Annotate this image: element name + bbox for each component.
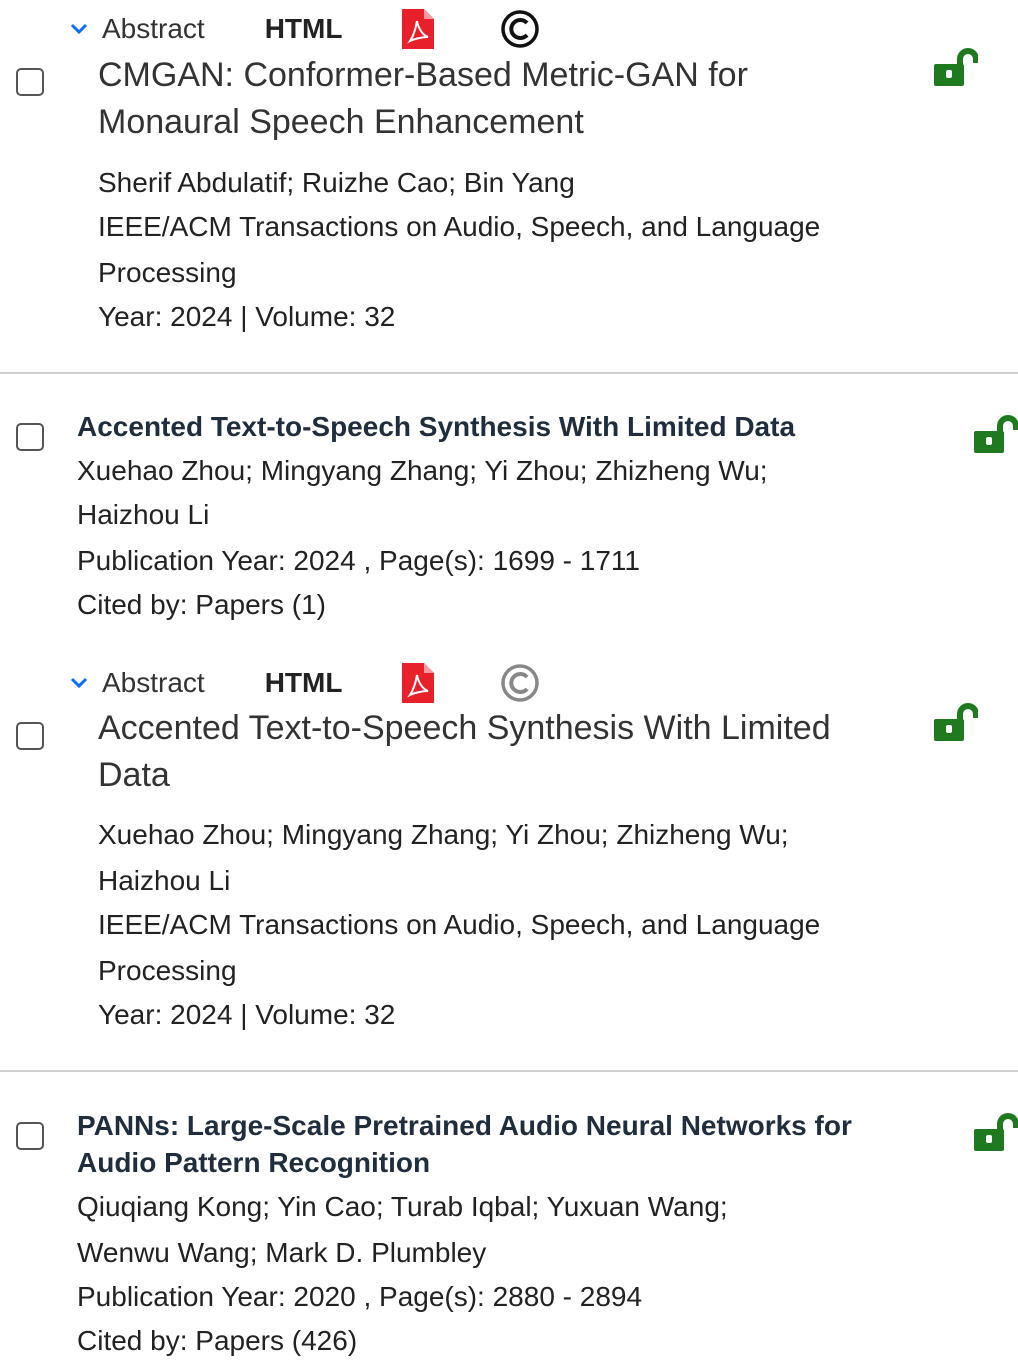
result-actions-2: Abstract HTML	[70, 663, 540, 703]
copyright-icon[interactable]	[500, 663, 540, 703]
unlocked-icon	[974, 1113, 1018, 1151]
chevron-down-icon	[70, 677, 88, 689]
title-line: Data	[98, 756, 170, 794]
title-line: Audio Pattern Recognition	[77, 1147, 431, 1178]
title-line: Monaural Speech Enhancement	[98, 103, 584, 141]
authors[interactable]: Qiuqiang Kong; Yin Cao; Turab Iqbal; Yux…	[77, 1185, 728, 1229]
publication-info: Publication Year: 2024 , Page(s): 1699 -…	[77, 545, 640, 576]
publication-info: Publication Year: 2020 , Page(s): 2880 -…	[77, 1281, 643, 1312]
select-checkbox[interactable]	[16, 68, 44, 96]
result-title[interactable]: Accented Text-to-Speech Synthesis With L…	[98, 705, 898, 799]
select-checkbox[interactable]	[16, 1122, 44, 1150]
html-link[interactable]: HTML	[265, 13, 343, 45]
cited-by-link[interactable]: Cited by: Papers (426)	[77, 1319, 357, 1363]
select-checkbox[interactable]	[16, 722, 44, 750]
authors[interactable]: Xuehao Zhou; Mingyang Zhang; Yi Zhou; Zh…	[77, 449, 768, 493]
journal-name[interactable]: IEEE/ACM Transactions on Audio, Speech, …	[98, 903, 820, 947]
authors-cont[interactable]: Haizhou Li	[98, 859, 230, 903]
abstract-toggle[interactable]: Abstract	[70, 667, 205, 699]
result-title[interactable]: CMGAN: Conformer-Based Metric-GAN for Mo…	[98, 52, 898, 146]
authors[interactable]: Sherif Abdulatif; Ruizhe Cao; Bin Yang	[98, 161, 575, 205]
unlocked-icon	[974, 415, 1018, 453]
abstract-toggle[interactable]: Abstract	[70, 13, 205, 45]
result-divider	[0, 1070, 1018, 1072]
result-title[interactable]: PANNs: Large-Scale Pretrained Audio Neur…	[77, 1107, 937, 1181]
unlocked-icon	[934, 48, 978, 86]
journal-name[interactable]: IEEE/ACM Transactions on Audio, Speech, …	[98, 205, 820, 249]
authors-cont[interactable]: Haizhou Li	[77, 493, 209, 537]
title-line: Accented Text-to-Speech Synthesis With L…	[98, 709, 831, 747]
abstract-label: Abstract	[102, 13, 205, 44]
journal-name-cont[interactable]: Processing	[98, 251, 237, 295]
pdf-icon[interactable]	[402, 9, 435, 49]
pdf-icon[interactable]	[402, 663, 435, 703]
authors[interactable]: Xuehao Zhou; Mingyang Zhang; Yi Zhou; Zh…	[98, 813, 789, 857]
journal-name-cont[interactable]: Processing	[98, 949, 237, 993]
html-link[interactable]: HTML	[265, 667, 343, 699]
title-line: CMGAN: Conformer-Based Metric-GAN for	[98, 56, 748, 94]
year-volume: Year: 2024 | Volume: 32	[98, 999, 396, 1030]
chevron-down-icon	[70, 23, 88, 35]
unlocked-icon	[934, 703, 978, 741]
authors-cont[interactable]: Wenwu Wang; Mark D. Plumbley	[77, 1231, 486, 1275]
cited-by-link[interactable]: Cited by: Papers (1)	[77, 583, 326, 627]
result-actions-1: Abstract HTML	[70, 9, 540, 49]
title-line: PANNs: Large-Scale Pretrained Audio Neur…	[77, 1110, 852, 1141]
result-title[interactable]: Accented Text-to-Speech Synthesis With L…	[77, 408, 937, 445]
result-divider	[0, 372, 1018, 374]
abstract-label: Abstract	[102, 667, 205, 698]
copyright-icon[interactable]	[500, 9, 540, 49]
year-volume: Year: 2024 | Volume: 32	[98, 301, 396, 332]
select-checkbox[interactable]	[16, 423, 44, 451]
